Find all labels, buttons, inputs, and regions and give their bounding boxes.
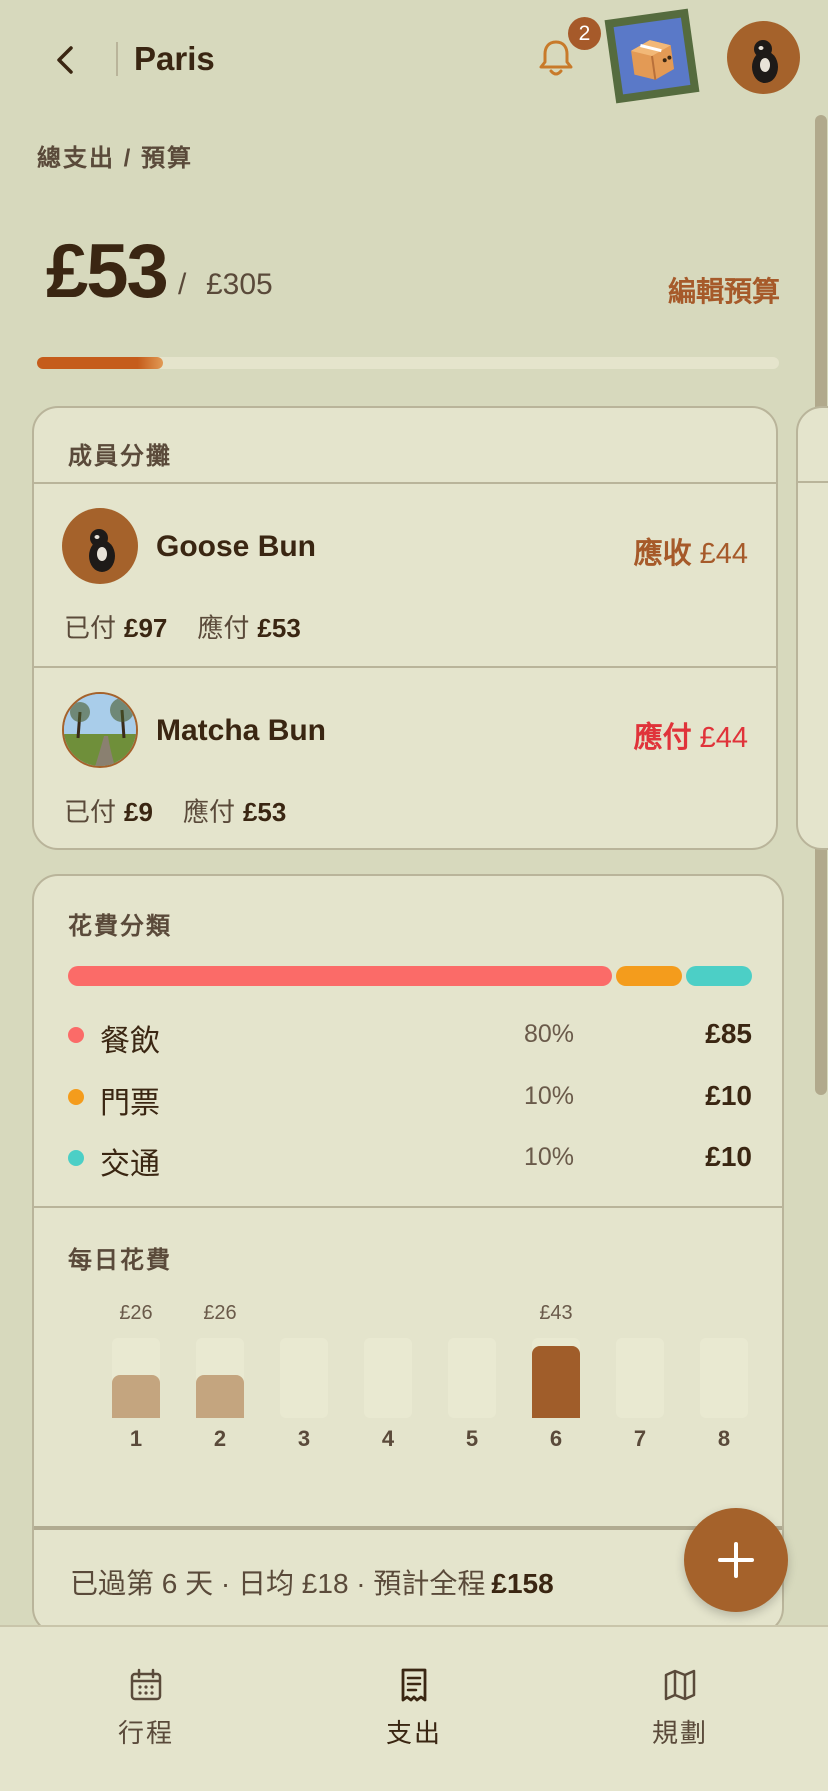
member-balance-status: 應收 £44: [634, 530, 748, 572]
daily-bar-value: £43: [539, 1302, 573, 1324]
daily-bar-track: [448, 1338, 496, 1418]
user-avatar[interactable]: [727, 21, 800, 94]
member-balance-amount: £44: [699, 538, 748, 570]
tab-planning[interactable]: 規劃: [600, 1667, 760, 1750]
member-row-goose-bun[interactable]: Goose Bun 應收 £44 已付 £97 應付 £53: [34, 484, 776, 666]
daily-summary-text: 已過第 6 天 · 日均 £18 · 預計全程: [70, 1568, 486, 1599]
header-divider: [116, 42, 118, 76]
owed-amount: £53: [257, 613, 301, 643]
category-bar-transport: [686, 966, 752, 986]
category-row-tickets[interactable]: 門票 10% £10: [34, 1072, 782, 1120]
category-bar-dining: [68, 966, 612, 986]
member-balance-label: 應付: [633, 722, 692, 754]
paid-label: 已付: [64, 797, 117, 827]
paid-amount: £97: [124, 613, 168, 643]
member-split-card: 成員分攤 Goose Bun 應收 £44 已付 £97 應付 £53 Matc…: [32, 406, 778, 850]
tab-itinerary[interactable]: 行程: [66, 1667, 226, 1750]
budget-progress-fill: [37, 357, 164, 369]
category-row-transport[interactable]: 交通 10% £10: [34, 1133, 782, 1181]
category-name: 餐飲: [100, 1025, 160, 1058]
category-amount: £85: [705, 1018, 752, 1049]
daily-bar-day-label: 7: [633, 1426, 647, 1451]
trip-city-title: Paris: [134, 40, 215, 77]
card-divider: [34, 1206, 782, 1208]
daily-bar[interactable]: [196, 1375, 244, 1418]
member-paid-owed: 已付 £97 應付 £53: [64, 608, 331, 645]
total-spent: £53: [46, 229, 169, 314]
member-avatar: [62, 508, 138, 584]
category-percent: 80%: [524, 1020, 575, 1048]
calendar-icon: [130, 1668, 162, 1701]
category-name: 交通: [100, 1148, 160, 1181]
plus-icon: [718, 1542, 754, 1578]
daily-bar-value: £26: [203, 1302, 237, 1324]
tab-expenses[interactable]: 支出: [334, 1667, 494, 1750]
member-balance-status: 應付 £44: [634, 714, 748, 756]
owed-label: 應付: [182, 797, 235, 827]
daily-spending-title: 每日花費: [68, 1247, 172, 1274]
daily-bar-day-label: 1: [129, 1426, 143, 1451]
category-color-dot: [68, 1089, 84, 1105]
member-name: Goose Bun: [156, 530, 317, 563]
daily-bar-track: [364, 1338, 412, 1418]
category-color-dot: [68, 1027, 84, 1043]
bottom-tab-bar: 行程 支出 規劃: [0, 1625, 828, 1791]
member-row-matcha-bun[interactable]: Matcha Bun 應付 £44 已付 £9 應付 £53: [34, 668, 776, 850]
daily-summary: 已過第 6 天 · 日均 £18 · 預計全程 £158: [70, 1562, 554, 1602]
budget-breadcrumb: 總支出 / 預算: [37, 145, 194, 172]
category-amount: £10: [705, 1141, 752, 1172]
paid-label: 已付: [64, 613, 117, 643]
next-card-peek[interactable]: [796, 406, 828, 850]
paid-amount: £9: [124, 797, 153, 827]
category-percent: 10%: [524, 1082, 575, 1110]
spending-category-card: 花費分類 餐飲 80% £85 門票 10% £10 交通 10% £10 每日…: [32, 874, 784, 1634]
card-divider: [34, 1526, 782, 1530]
back-arrow-icon[interactable]: [46, 40, 86, 80]
member-balance-amount: £44: [699, 722, 748, 754]
daily-bar-day-label: 8: [717, 1426, 731, 1451]
category-name: 門票: [100, 1087, 160, 1120]
daily-bar-day-label: 2: [213, 1426, 227, 1451]
add-expense-button[interactable]: [684, 1508, 788, 1612]
daily-bar-value: £26: [119, 1302, 153, 1324]
category-row-dining[interactable]: 餐飲 80% £85: [34, 1010, 782, 1058]
daily-bar[interactable]: [112, 1375, 160, 1418]
category-percent: 10%: [524, 1143, 575, 1171]
daily-bar-day-label: 3: [297, 1426, 311, 1451]
trip-cover-image[interactable]: [604, 8, 700, 104]
projected-total: £158: [491, 1568, 554, 1599]
daily-bar-day-label: 5: [465, 1426, 479, 1451]
member-paid-owed: 已付 £9 應付 £53: [64, 792, 316, 829]
daily-bar[interactable]: [532, 1346, 580, 1418]
daily-spending-chart: £26 1 £26 2 3 4 5 £43 6 7 8: [68, 1288, 748, 1468]
budget-progress-bar: [37, 357, 779, 369]
category-amount: £10: [705, 1080, 752, 1111]
daily-bar-day-label: 6: [549, 1426, 563, 1451]
top-bar: Paris 2: [0, 0, 828, 120]
daily-bar-track: [280, 1338, 328, 1418]
card-divider: [798, 481, 828, 483]
member-avatar: [62, 692, 138, 768]
category-bar-tickets: [616, 966, 682, 986]
daily-bar-track: [700, 1338, 748, 1418]
daily-bar-day-label: 4: [381, 1426, 395, 1451]
owed-amount: £53: [242, 797, 287, 827]
category-color-dot: [68, 1150, 84, 1166]
member-name: Matcha Bun: [156, 714, 327, 747]
category-title: 花費分類: [68, 913, 172, 940]
notification-badge: 2: [568, 17, 601, 50]
member-balance-label: 應收: [633, 538, 692, 570]
owed-label: 應付: [197, 613, 250, 643]
tab-label: 規劃: [651, 1718, 708, 1748]
budget-separator: /: [178, 268, 187, 301]
member-split-title: 成員分攤: [68, 443, 172, 470]
package-icon: [631, 40, 675, 80]
daily-bar-track: [616, 1338, 664, 1418]
edit-budget-button[interactable]: 編輯預算: [668, 270, 780, 310]
tab-label: 支出: [385, 1718, 442, 1748]
total-budget: £305: [206, 268, 273, 301]
receipt-icon: [401, 1668, 427, 1702]
map-icon: [664, 1669, 696, 1701]
tab-label: 行程: [117, 1718, 174, 1748]
